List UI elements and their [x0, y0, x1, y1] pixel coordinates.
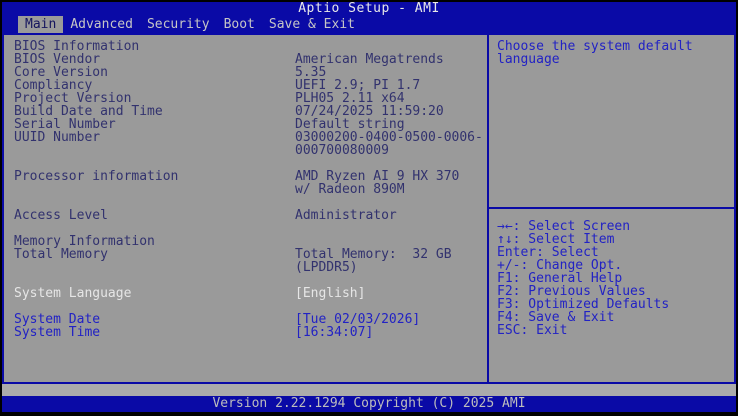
setup-panel: BIOS InformationBIOS VendorAmerican Mega…	[2, 33, 736, 384]
row-label	[4, 261, 295, 274]
info-row-build-date-and-time: Build Date and Time07/24/2025 11:59:20	[4, 105, 487, 118]
info-row-compliancy: CompliancyUEFI 2.9; PI 1.7	[4, 79, 487, 92]
info-row-blank	[4, 222, 487, 235]
row-label: System Time	[4, 326, 295, 339]
row-label	[4, 300, 295, 313]
row-value: Administrator	[295, 209, 397, 222]
tab-advanced[interactable]: Advanced	[63, 16, 140, 33]
header-bar: Aptio Setup - AMI MainAdvancedSecurityBo…	[2, 2, 736, 33]
help-column: Choose the system default language →←: S…	[489, 35, 734, 382]
row-label: System Date	[4, 313, 295, 326]
tab-save-exit[interactable]: Save & Exit	[262, 16, 362, 33]
key-hint-exit: ESC: Exit	[497, 324, 669, 337]
help-description: Choose the system default language	[497, 40, 693, 66]
row-value: [16:34:07]	[295, 326, 373, 339]
setting-row-system-language[interactable]: System Language[English]	[4, 287, 487, 300]
row-label: Build Date and Time	[4, 105, 295, 118]
app-title: Aptio Setup - AMI	[2, 2, 736, 16]
row-label: Compliancy	[4, 79, 295, 92]
setting-row-system-time[interactable]: System Time[16:34:07]	[4, 326, 487, 339]
row-label: Project Version	[4, 92, 295, 105]
row-label	[4, 274, 295, 287]
row-value: (LPDDR5)	[295, 261, 358, 274]
help-divider	[489, 207, 734, 209]
row-label: UUID Number	[4, 131, 295, 144]
row-label	[4, 183, 295, 196]
info-row-blank: w/ Radeon 890M	[4, 183, 487, 196]
version-bar: Version 2.22.1294 Copyright (C) 2025 AMI	[2, 396, 736, 412]
row-label: Serial Number	[4, 118, 295, 131]
row-label: Memory Information	[4, 235, 295, 248]
row-label	[4, 157, 295, 170]
row-label: Core Version	[4, 66, 295, 79]
tab-boot[interactable]: Boot	[217, 16, 262, 33]
row-label: Access Level	[4, 209, 295, 222]
info-row-access-level: Access LevelAdministrator	[4, 209, 487, 222]
row-label: Total Memory	[4, 248, 295, 261]
info-row-total-memory: Total MemoryTotal Memory: 32 GB	[4, 248, 487, 261]
info-row-blank	[4, 196, 487, 209]
row-label: BIOS Vendor	[4, 53, 295, 66]
key-hints: →←: Select Screen↑↓: Select ItemEnter: S…	[497, 220, 669, 337]
info-row-blank: 000700080009	[4, 144, 487, 157]
bottom-gap-strip	[2, 384, 736, 396]
row-value: [English]	[295, 287, 365, 300]
row-label: Processor information	[4, 170, 295, 183]
info-row-blank	[4, 274, 487, 287]
setting-row-system-date[interactable]: System Date[Tue 02/03/2026]	[4, 313, 487, 326]
info-row-blank: (LPDDR5)	[4, 261, 487, 274]
row-value: 000700080009	[295, 144, 389, 157]
info-row-uuid-number: UUID Number03000200-0400-0500-0006-	[4, 131, 487, 144]
row-label	[4, 222, 295, 235]
menu-tab-bar: MainAdvancedSecurityBootSave & Exit	[18, 16, 736, 33]
row-label	[4, 196, 295, 209]
tab-main[interactable]: Main	[18, 16, 63, 33]
info-row-bios-vendor: BIOS VendorAmerican Megatrends	[4, 53, 487, 66]
row-value: w/ Radeon 890M	[295, 183, 405, 196]
row-label: System Language	[4, 287, 295, 300]
info-row-processor-information: Processor informationAMD Ryzen AI 9 HX 3…	[4, 170, 487, 183]
row-label: BIOS Information	[4, 40, 295, 53]
tab-security[interactable]: Security	[140, 16, 217, 33]
settings-column: BIOS InformationBIOS VendorAmerican Mega…	[4, 35, 487, 382]
row-label	[4, 144, 295, 157]
